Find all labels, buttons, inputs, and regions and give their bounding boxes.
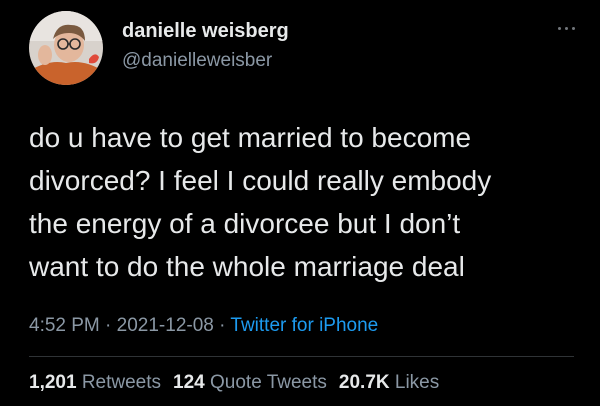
avatar[interactable] (29, 11, 103, 85)
more-options-icon[interactable] (552, 20, 582, 36)
tweet-card: danielle weisberg @danielleweisber do u … (0, 0, 600, 406)
tweet-metadata: 4:52 PM · 2021-12-08 · Twitter for iPhon… (29, 315, 378, 337)
meta-separator: · (99, 315, 117, 336)
retweets-label: Retweets (81, 372, 162, 393)
likes-label: Likes (394, 372, 440, 393)
quote-tweets-stat[interactable]: 124 Quote Tweets (173, 372, 327, 393)
more-dot (565, 27, 568, 30)
tweet-text-line: do u have to get married to become (29, 122, 472, 153)
engagement-stats: 1,201 Retweets 124 Quote Tweets 20.7K Like… (29, 372, 451, 394)
retweets-count: 1,201 (29, 372, 77, 393)
quote-tweets-count: 124 (173, 372, 205, 393)
likes-count: 20.7K (338, 372, 390, 393)
quote-tweets-label: Quote Tweets (210, 372, 327, 393)
meta-separator: · (213, 315, 231, 336)
tweet-text-line: want to do the whole marriage deal (29, 251, 465, 282)
tweet-text-line: divorced? I feel I could really embody (29, 165, 492, 196)
tweet-text: do u have to get married to become divor… (29, 116, 574, 288)
more-dot (572, 27, 575, 30)
tweet-time[interactable]: 4:52 PM (29, 315, 100, 336)
likes-stat[interactable]: 20.7K Likes (339, 372, 439, 393)
retweets-stat[interactable]: 1,201 Retweets (29, 372, 161, 393)
tweet-date[interactable]: 2021-12-08 (117, 315, 214, 336)
display-name[interactable]: danielle weisberg (122, 20, 289, 43)
tweet-text-line: the energy of a divorcee but I don’t (29, 208, 461, 239)
divider (29, 356, 574, 357)
tweet-source-link[interactable]: Twitter for iPhone (230, 315, 378, 336)
avatar-photo (29, 11, 103, 85)
more-dot (558, 27, 561, 30)
user-handle[interactable]: @danielleweisber (122, 50, 272, 72)
